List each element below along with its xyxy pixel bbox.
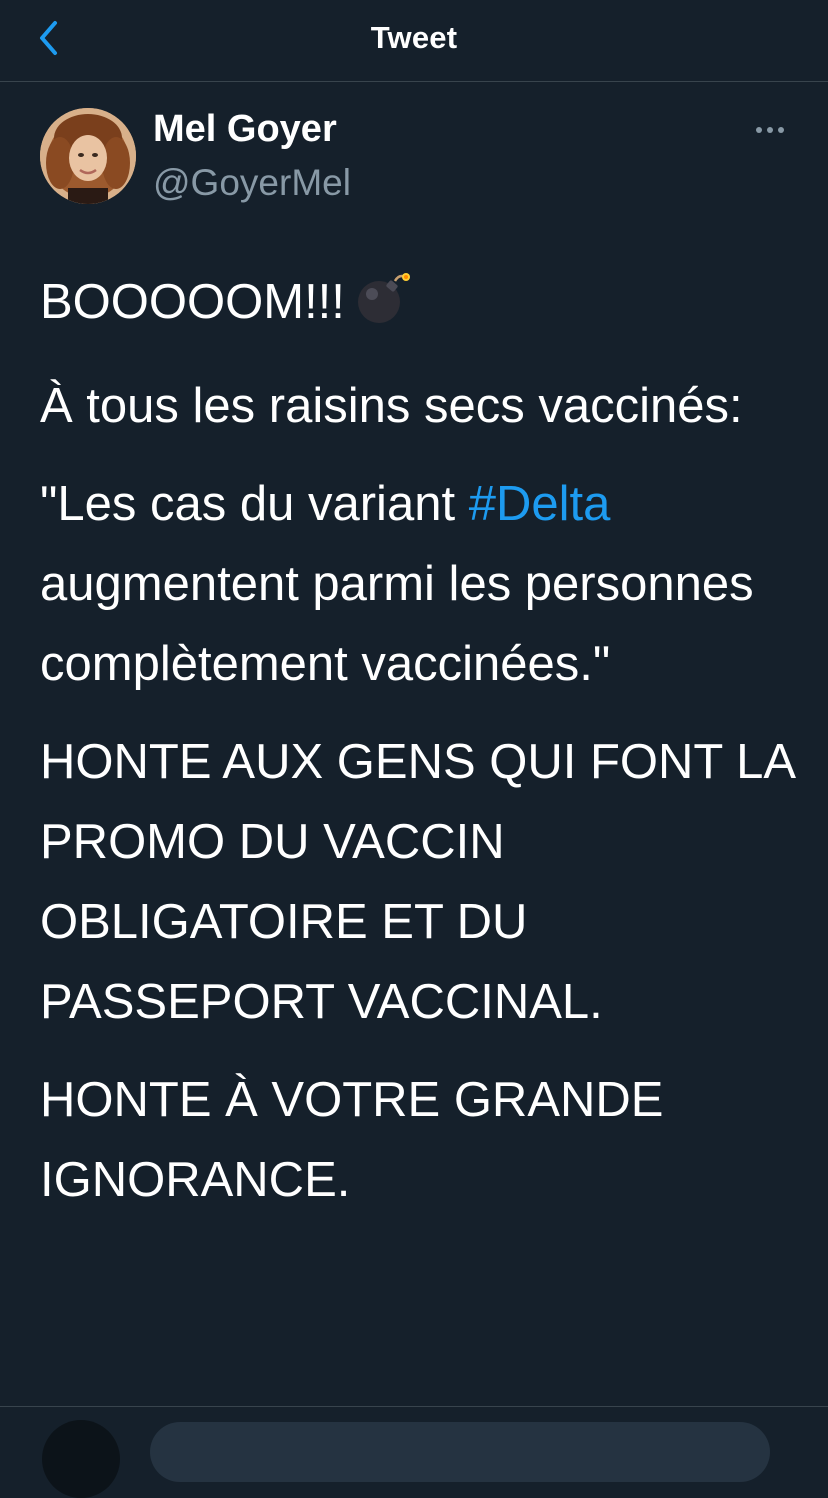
more-options-button[interactable]: [748, 112, 792, 148]
tweet-paragraph-3: "Les cas du variant #Delta augmentent pa…: [40, 464, 800, 704]
top-bar: Tweet: [0, 0, 828, 82]
tweet-paragraph-1: BOOOOOM!!!: [40, 262, 800, 348]
tweet-paragraph-4: HONTE AUX GENS QUI FONT LA PROMO DU VACC…: [40, 735, 794, 1029]
more-icon: [755, 121, 785, 139]
author-handle[interactable]: @GoyerMel: [153, 160, 351, 206]
hashtag-link[interactable]: #Delta: [469, 477, 611, 531]
tweet-exclamation: BOOOOOM!!!: [40, 275, 345, 329]
profile-photo: [40, 108, 136, 204]
quote-text-start: "Les cas du variant: [40, 477, 469, 531]
page-title: Tweet: [370, 20, 458, 55]
tweet-text: BOOOOOM!!! À tous les raisins secs vacci…: [40, 262, 800, 1238]
author-name[interactable]: Mel Goyer: [153, 106, 337, 152]
bomb-icon: [355, 268, 413, 348]
tweet-paragraph-5: HONTE À VOTRE GRANDE IGNORANCE.: [40, 1073, 664, 1207]
reply-avatar: [42, 1420, 120, 1498]
avatar[interactable]: [40, 108, 136, 204]
tweet-paragraph-2: À tous les raisins secs vaccinés:: [40, 379, 743, 433]
reply-input[interactable]: [150, 1422, 770, 1482]
divider: [0, 1406, 828, 1407]
quote-text-end: augmentent parmi les personnes complètem…: [40, 557, 754, 691]
